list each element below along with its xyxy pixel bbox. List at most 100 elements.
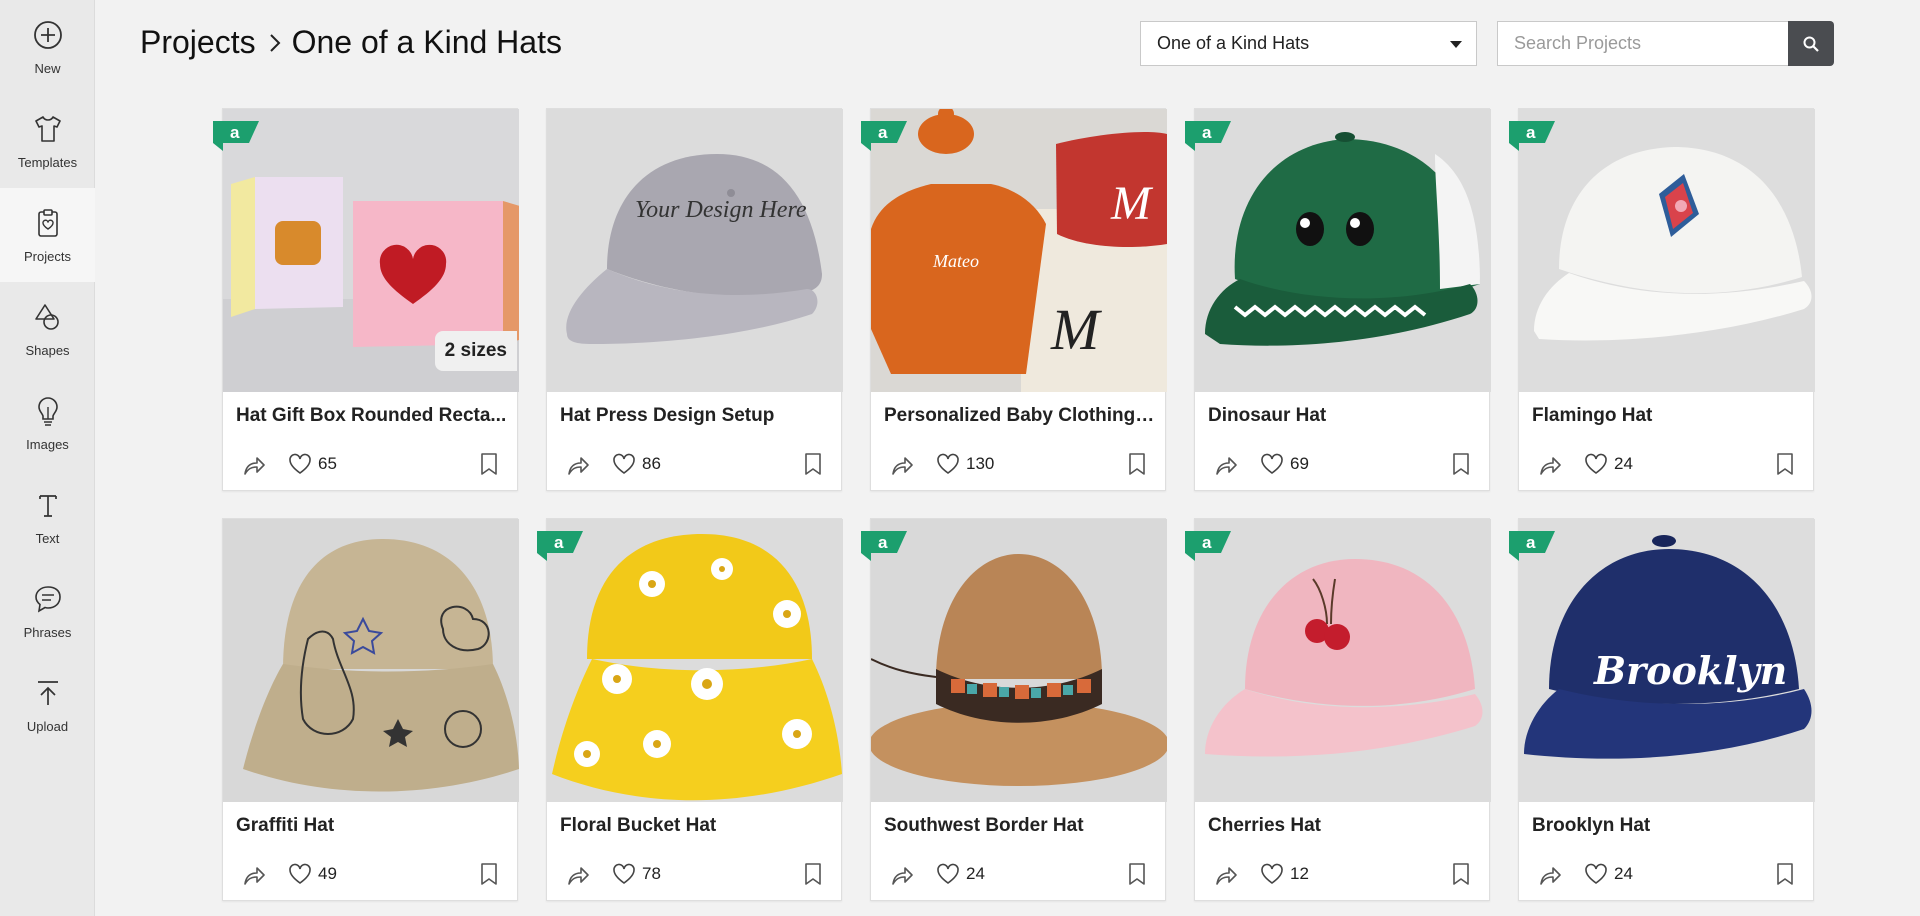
project-card[interactable]: Brooklyn a Brooklyn Hat 24 (1509, 518, 1815, 901)
project-card[interactable]: a Floral Bucket Hat 78 (537, 518, 843, 901)
project-image[interactable] (871, 519, 1167, 802)
like-count: 69 (1290, 454, 1309, 473)
project-card[interactable]: a Dinosaur Hat 69 (1185, 108, 1491, 491)
access-badge-icon: a (537, 531, 583, 561)
heart-icon (937, 453, 959, 474)
share-icon[interactable] (565, 451, 591, 477)
bookmark-icon[interactable] (1773, 451, 1797, 477)
bookmark-icon[interactable] (1125, 861, 1149, 887)
like-button[interactable]: 49 (287, 861, 337, 887)
bookmark-icon[interactable] (1449, 861, 1473, 887)
project-title[interactable]: Personalized Baby Clothing ... (884, 405, 1156, 427)
bookmark-icon[interactable] (477, 861, 501, 887)
like-button[interactable]: 86 (611, 451, 661, 477)
project-collection-dropdown[interactable]: One of a Kind Hats (1140, 21, 1477, 66)
sidebar-item-images[interactable]: Images (0, 376, 95, 470)
caret-down-icon (1450, 41, 1462, 48)
project-title[interactable]: Floral Bucket Hat (560, 815, 832, 837)
project-title[interactable]: Flamingo Hat (1532, 405, 1804, 427)
sidebar-item-shapes[interactable]: Shapes (0, 282, 95, 376)
access-badge-icon: a (861, 531, 907, 561)
project-card[interactable]: Mateo M M a Personalized Baby Clothing .… (861, 108, 1167, 491)
breadcrumb: Projects One of a Kind Hats (140, 24, 562, 61)
project-title[interactable]: Dinosaur Hat (1208, 405, 1480, 427)
sidebar-item-projects[interactable]: Projects (0, 188, 95, 282)
sidebar-item-label: Text (35, 530, 60, 546)
search-icon (1803, 36, 1819, 52)
project-image[interactable] (1195, 519, 1491, 802)
share-icon[interactable] (241, 451, 267, 477)
heart-icon (613, 453, 635, 474)
share-icon[interactable] (889, 451, 915, 477)
project-title[interactable]: Graffiti Hat (236, 815, 508, 837)
project-card[interactable]: a Southwest Border Hat 24 (861, 518, 1167, 901)
access-badge-icon: a (1185, 121, 1231, 151)
upload-icon (37, 680, 58, 705)
project-image[interactable]: Mateo M M (871, 109, 1167, 392)
project-title[interactable]: Hat Press Design Setup (560, 405, 832, 427)
bookmark-icon[interactable] (1773, 861, 1797, 887)
svg-text:a: a (230, 123, 240, 142)
sidebar-item-upload[interactable]: Upload (0, 658, 95, 752)
like-button[interactable]: 65 (287, 451, 337, 477)
like-button[interactable]: 24 (935, 861, 985, 887)
bookmark-icon[interactable] (1449, 451, 1473, 477)
sidebar-item-templates[interactable]: Templates (0, 94, 95, 188)
sidebar-item-new[interactable]: New (0, 0, 95, 94)
share-icon[interactable] (565, 861, 591, 887)
share-icon[interactable] (1537, 451, 1563, 477)
like-button[interactable]: 130 (935, 451, 994, 477)
like-button[interactable]: 78 (611, 861, 661, 887)
like-button[interactable]: 69 (1259, 451, 1309, 477)
like-button[interactable]: 12 (1259, 861, 1309, 887)
search-input[interactable] (1497, 21, 1788, 66)
bookmark-icon[interactable] (801, 451, 825, 477)
heart-icon (937, 863, 959, 884)
like-button[interactable]: 24 (1583, 861, 1633, 887)
project-image[interactable]: Brooklyn (1519, 519, 1815, 802)
breadcrumb-root-link[interactable]: Projects (140, 24, 256, 61)
project-card[interactable]: a Cherries Hat 12 (1185, 518, 1491, 901)
plus-circle-icon (33, 20, 62, 49)
project-image[interactable] (1195, 109, 1491, 392)
project-title[interactable]: Cherries Hat (1208, 815, 1480, 837)
project-image[interactable] (547, 519, 843, 802)
share-icon[interactable] (241, 861, 267, 887)
sidebar-item-phrases[interactable]: Phrases (0, 564, 95, 658)
share-icon[interactable] (1213, 451, 1239, 477)
sidebar: New Templates Projects Shapes Images Tex… (0, 0, 95, 916)
shirt-icon (34, 115, 61, 142)
project-card[interactable]: a Flamingo Hat 24 (1509, 108, 1815, 491)
svg-text:a: a (1526, 533, 1536, 552)
svg-text:a: a (878, 123, 888, 142)
project-image[interactable]: Your Design Here (547, 109, 843, 392)
share-icon[interactable] (1213, 861, 1239, 887)
access-badge-icon: a (1509, 121, 1555, 151)
bookmark-icon[interactable] (1125, 451, 1149, 477)
sidebar-item-label: Phrases (23, 624, 72, 640)
like-count: 130 (966, 454, 995, 473)
sidebar-item-text[interactable]: Text (0, 470, 95, 564)
bookmark-icon[interactable] (477, 451, 501, 477)
monogram-text: M (1110, 177, 1154, 230)
clipboard-icon (37, 208, 58, 237)
share-icon[interactable] (889, 861, 915, 887)
sidebar-item-label: Templates (17, 154, 78, 170)
speech-bubble-icon (34, 585, 61, 613)
hat-design-text: Your Design Here (635, 197, 807, 223)
share-icon[interactable] (1537, 861, 1563, 887)
baby-name-text: Mateo (932, 251, 979, 271)
project-card[interactable]: Your Design Here Hat Press Design Setup … (546, 108, 843, 491)
breadcrumb-current: One of a Kind Hats (291, 24, 562, 60)
project-image[interactable] (223, 519, 519, 802)
project-title[interactable]: Southwest Border Hat (884, 815, 1156, 837)
project-card[interactable]: a 2 sizes Hat Gift Box Rounded Recta... … (213, 108, 519, 491)
bookmark-icon[interactable] (801, 861, 825, 887)
heart-icon (289, 863, 311, 884)
like-button[interactable]: 24 (1583, 451, 1633, 477)
project-title[interactable]: Hat Gift Box Rounded Recta... (236, 405, 508, 427)
project-card[interactable]: Graffiti Hat 49 (222, 518, 519, 901)
project-title[interactable]: Brooklyn Hat (1532, 815, 1804, 837)
search-button[interactable] (1788, 21, 1834, 66)
project-image[interactable] (1519, 109, 1815, 392)
